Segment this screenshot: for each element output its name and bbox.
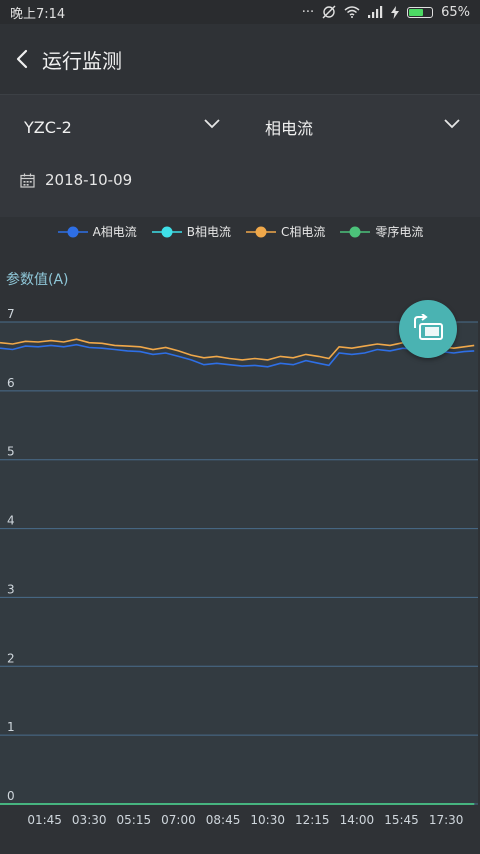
battery-percent: 65% <box>441 4 470 20</box>
back-button[interactable] <box>2 24 42 94</box>
x-tick-label: 12:15 <box>295 813 330 827</box>
battery-icon <box>407 6 434 18</box>
chevron-down-icon <box>204 119 220 129</box>
metric-select-value: 相电流 <box>265 119 314 138</box>
x-tick-label: 07:00 <box>161 813 196 827</box>
x-tick-label: 14:00 <box>340 813 375 827</box>
page-title: 运行监测 <box>42 48 122 73</box>
x-tick-label: 08:45 <box>206 813 241 827</box>
status-bar: 晚上7:14 ··· 65% <box>0 0 480 24</box>
x-tick-label: 01:45 <box>27 813 62 827</box>
x-tick-label: 05:15 <box>117 813 152 827</box>
chevron-down-icon <box>444 119 460 129</box>
more-dots-icon: ··· <box>301 4 315 20</box>
status-icons: ··· 65% <box>302 5 470 20</box>
mute-alarm-icon <box>322 5 336 19</box>
rotate-screen-icon <box>414 314 443 340</box>
device-select[interactable]: YZC-2 <box>24 95 220 159</box>
x-tick-label: 17:30 <box>429 813 464 827</box>
date-picker[interactable]: 2018-10-09 <box>20 171 132 189</box>
filter-panel: YZC-2 相电流 2018-10-09 <box>0 95 480 217</box>
y-tick-label: 3 <box>7 582 15 596</box>
y-tick-label: 2 <box>7 651 15 665</box>
app-bar: 运行监测 <box>0 24 480 94</box>
x-tick-label: 15:45 <box>384 813 419 827</box>
calendar-icon <box>20 173 35 188</box>
battery-level <box>409 8 423 16</box>
metric-select[interactable]: 相电流 <box>265 95 460 159</box>
plot-background <box>0 322 478 804</box>
x-tick-label: 10:30 <box>250 813 285 827</box>
y-tick-label: 1 <box>7 720 15 734</box>
charging-icon <box>391 5 400 19</box>
signal-icon <box>368 6 383 18</box>
device-select-value: YZC-2 <box>24 117 72 137</box>
rotate-screen-button[interactable] <box>399 300 457 358</box>
date-value: 2018-10-09 <box>45 171 133 189</box>
status-time: 晚上7:14 <box>10 6 66 22</box>
y-tick-label: 5 <box>7 445 15 459</box>
y-tick-label: 0 <box>7 789 15 803</box>
y-tick-label: 6 <box>7 376 15 390</box>
y-tick-label: 7 <box>7 307 15 321</box>
x-tick-label: 03:30 <box>72 813 107 827</box>
chevron-left-icon <box>16 49 28 69</box>
wifi-icon <box>344 6 360 18</box>
y-tick-label: 4 <box>7 514 15 528</box>
